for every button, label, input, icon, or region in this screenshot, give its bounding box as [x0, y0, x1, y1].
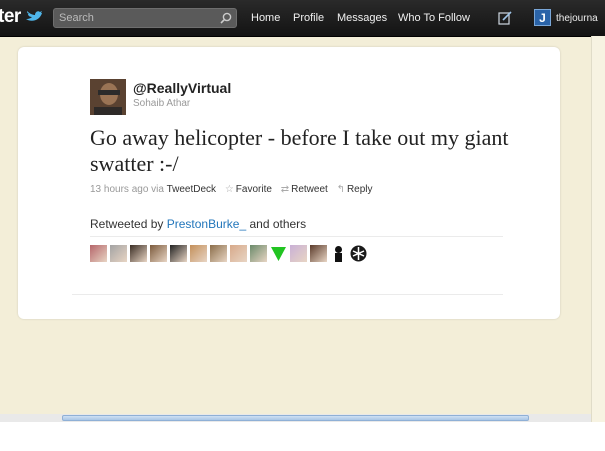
twitter-bird-icon[interactable]: [26, 8, 42, 22]
star-icon: ☆: [224, 184, 234, 195]
search-box[interactable]: [53, 8, 237, 28]
nav-who-to-follow[interactable]: Who To Follow: [398, 12, 470, 24]
retweeter-avatar[interactable]: [250, 245, 267, 262]
compose-tweet-icon[interactable]: [498, 11, 512, 25]
account-avatar[interactable]: J: [534, 9, 551, 26]
via-label: via: [151, 184, 164, 195]
retweet-label: Retweet: [291, 184, 328, 195]
retweeted-by: Retweeted by PrestonBurke_ and others: [90, 217, 306, 231]
tweet-source[interactable]: TweetDeck: [167, 184, 216, 195]
retweeter-avatar[interactable]: [270, 245, 287, 262]
retweeter-link[interactable]: PrestonBurke_: [167, 217, 246, 231]
tweet-card: @ReallyVirtual Sohaib Athar Go away heli…: [18, 47, 560, 319]
account-username[interactable]: thejourna: [556, 13, 598, 24]
retweeter-avatar[interactable]: [190, 245, 207, 262]
retweeter-avatar[interactable]: [170, 245, 187, 262]
retweeter-avatar[interactable]: [290, 245, 307, 262]
top-bar: ter Home Profile Messages Who To Follow …: [0, 0, 605, 37]
retweeter-avatar[interactable]: [130, 245, 147, 262]
retweeter-avatar[interactable]: [210, 245, 227, 262]
nav-home[interactable]: Home: [251, 12, 280, 24]
author-photo-icon: [90, 79, 126, 115]
retweeter-avatar[interactable]: [230, 245, 247, 262]
author-handle[interactable]: @ReallyVirtual: [133, 80, 231, 96]
tweet-meta: 13 hours ago via TweetDeck ☆ Favorite ⇄ Re…: [90, 184, 373, 195]
retweet-icon: ⇄: [280, 184, 290, 195]
horizontal-scrollbar-thumb[interactable]: [62, 415, 529, 421]
retweeter-avatar[interactable]: [350, 245, 367, 262]
twitter-logo[interactable]: ter: [0, 6, 21, 28]
author-avatar[interactable]: [90, 79, 126, 115]
reply-label: Reply: [346, 184, 373, 195]
retweeter-avatar[interactable]: [330, 245, 347, 262]
divider: [72, 294, 503, 295]
tweet-text: Go away helicopter - before I take out m…: [90, 125, 509, 176]
divider: [90, 236, 503, 237]
retweet-button[interactable]: ⇄ Retweet: [281, 184, 328, 195]
window-bottom: [0, 422, 605, 451]
reply-icon: ↰: [336, 184, 345, 195]
retweeter-avatar[interactable]: [310, 245, 327, 262]
retweeter-avatar[interactable]: [90, 245, 107, 262]
search-icon[interactable]: [220, 12, 232, 24]
author-name: Sohaib Athar: [133, 98, 191, 109]
retweeter-avatars: [90, 245, 367, 262]
retweeted-by-prefix: Retweeted by: [90, 217, 164, 231]
favorite-button[interactable]: ☆ Favorite: [225, 184, 272, 195]
right-edge: [591, 36, 605, 451]
tweet-timestamp[interactable]: 13 hours ago: [90, 184, 148, 195]
nav-profile[interactable]: Profile: [293, 12, 324, 24]
nav-messages[interactable]: Messages: [337, 12, 387, 24]
reply-button[interactable]: ↰ Reply: [337, 184, 373, 195]
retweeter-avatar[interactable]: [150, 245, 167, 262]
retweeter-avatar[interactable]: [110, 245, 127, 262]
favorite-label: Favorite: [235, 184, 272, 195]
search-input[interactable]: [59, 10, 214, 26]
retweeted-by-suffix: and others: [249, 217, 307, 231]
